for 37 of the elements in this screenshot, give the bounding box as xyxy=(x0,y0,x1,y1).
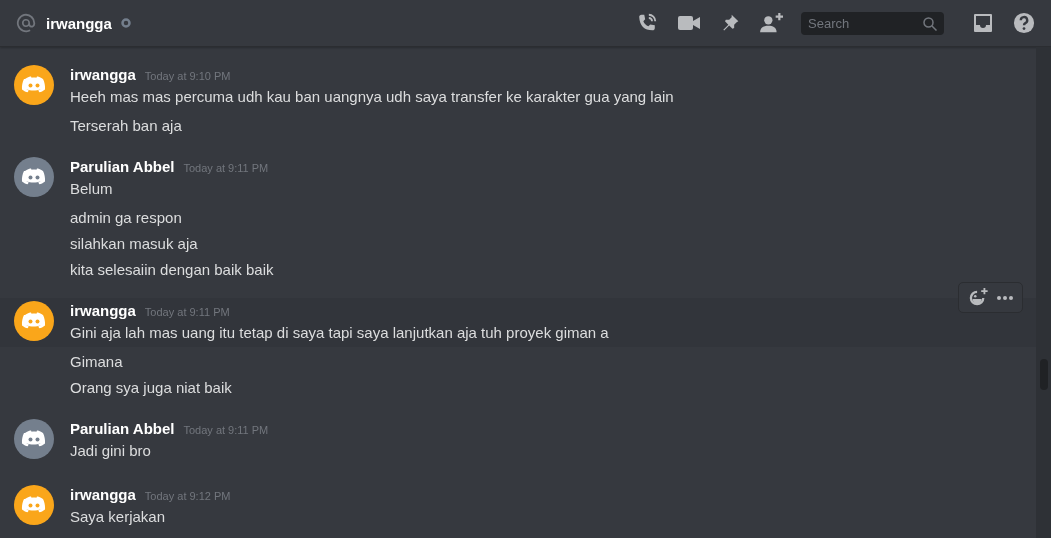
author-name[interactable]: Parulian Abbel xyxy=(70,418,175,440)
avatar-icon[interactable] xyxy=(14,157,54,197)
avatar-icon[interactable] xyxy=(14,485,54,525)
avatar-icon[interactable] xyxy=(14,301,54,341)
message-text: Gini aja lah mas uang itu tetap di saya tapi saya lanjutkan aja tuh proyek giman a xyxy=(70,323,609,343)
add-user-icon[interactable] xyxy=(760,12,784,34)
message-text: Orang sya juga niat baik xyxy=(70,378,233,398)
timestamp: Today at 9:11 PM xyxy=(144,305,230,320)
status-ring-icon xyxy=(120,18,131,28)
message-text: Belum xyxy=(70,179,114,199)
timestamp: Today at 9:11 PM xyxy=(183,423,269,438)
video-camera-icon[interactable] xyxy=(678,15,700,31)
message-text: admin ga respon xyxy=(70,208,183,228)
at-sign-icon xyxy=(15,12,37,34)
inbox-icon[interactable] xyxy=(973,13,993,33)
message-text: kita selesaiin dengan baik baik xyxy=(70,260,275,280)
message-text: silahkan masuk aja xyxy=(70,234,199,254)
author-name[interactable]: irwangga xyxy=(70,64,136,86)
timestamp: Today at 9:11 PM xyxy=(183,161,269,176)
timestamp: Today at 9:12 PM xyxy=(144,489,231,504)
author-name[interactable]: Parulian Abbel xyxy=(70,156,175,178)
message-text: Gimana xyxy=(70,352,124,372)
avatar-icon[interactable] xyxy=(14,65,54,105)
author-name[interactable]: irwangga xyxy=(70,484,136,506)
message-text: Terserah ban aja xyxy=(70,116,183,136)
message-text: Jadi gini bro xyxy=(70,441,152,461)
search-icon xyxy=(923,16,937,31)
message-text: Saya kerjakan xyxy=(70,507,167,527)
author-name[interactable]: irwangga xyxy=(70,300,136,322)
message-text: Heeh mas mas percuma udh kau ban uangnya udh saya transfer ke karakter gua yang lain xyxy=(70,87,674,107)
timestamp: Today at 9:10 PM xyxy=(144,69,231,84)
search-field[interactable]: Search xyxy=(801,11,944,35)
more-options-icon[interactable] xyxy=(996,294,1015,301)
pin-icon[interactable] xyxy=(720,13,740,33)
avatar-icon[interactable] xyxy=(14,419,54,459)
help-icon[interactable] xyxy=(1013,12,1035,34)
channel-title: irwangga xyxy=(46,14,112,32)
